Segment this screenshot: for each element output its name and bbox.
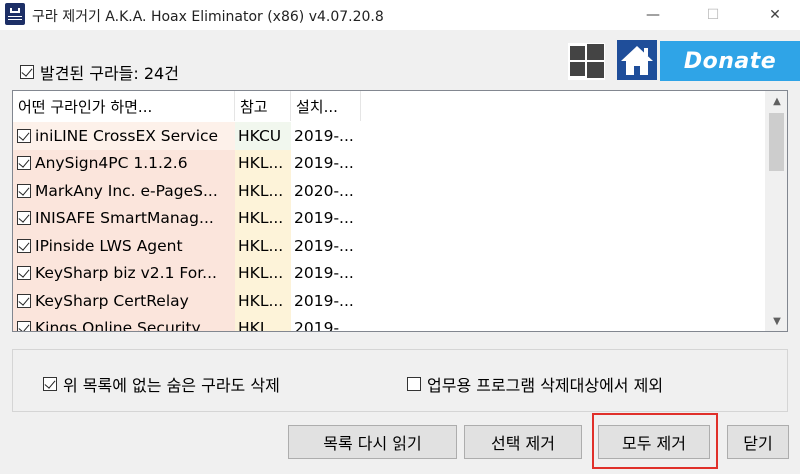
list-header: 어떤 구라인가 하면... 참고 설치... xyxy=(13,91,361,121)
row-name: MarkAny Inc. e-PageS... xyxy=(35,181,218,200)
row-ref: HKL... xyxy=(235,314,291,331)
app-icon xyxy=(5,3,25,25)
list-scrollbar[interactable]: ▲ ▼ xyxy=(765,91,787,331)
row-ref: HKL... xyxy=(235,204,291,232)
row-name: IPinside LWS Agent xyxy=(35,236,183,255)
row-name: AnySign4PC 1.1.2.6 xyxy=(35,154,188,173)
select-all-checkbox[interactable] xyxy=(20,65,34,79)
row-checkbox[interactable] xyxy=(17,238,31,253)
row-ref: HKL... xyxy=(235,259,291,287)
windows-logo-icon[interactable] xyxy=(568,43,605,80)
row-date: 2019-... xyxy=(291,204,361,232)
list-row[interactable]: iniLINE CrossEX Service HKCU 2019-... xyxy=(13,122,361,150)
row-checkbox[interactable] xyxy=(17,266,31,281)
maximize-button[interactable]: ☐ xyxy=(690,0,736,30)
list-rows: iniLINE CrossEX Service HKCU 2019-... An… xyxy=(13,122,361,332)
minimize-button[interactable]: — xyxy=(630,0,676,30)
row-checkbox[interactable] xyxy=(17,156,31,171)
delete-hidden-checkbox[interactable] xyxy=(43,377,57,391)
row-date: 2019-... xyxy=(291,149,361,177)
row-ref: HKL... xyxy=(235,177,291,205)
list-row[interactable]: KeySharp CertRelay HKL... 2019-... xyxy=(13,287,361,315)
column-header-ref[interactable]: 참고 xyxy=(235,91,291,121)
home-icon[interactable] xyxy=(617,40,657,80)
list-row[interactable]: Kings Online Security HKL... 2019-... xyxy=(13,314,361,332)
main-window: 구라 제거기 A.K.A. Hoax Eliminator (x86) v4.0… xyxy=(0,0,800,474)
scroll-up-icon[interactable]: ▲ xyxy=(766,91,787,111)
title-bar: 구라 제거기 A.K.A. Hoax Eliminator (x86) v4.0… xyxy=(0,0,800,30)
donate-button[interactable]: Donate xyxy=(660,41,800,81)
row-checkbox[interactable] xyxy=(17,211,31,226)
row-name: KeySharp biz v2.1 For... xyxy=(35,264,217,283)
row-checkbox[interactable] xyxy=(17,321,31,331)
found-count-row[interactable]: 발견된 구라들: 24건 xyxy=(20,60,179,84)
list-row[interactable]: INISAFE SmartManag... HKL... 2019-... xyxy=(13,204,361,232)
hoax-list[interactable]: 어떤 구라인가 하면... 참고 설치... iniLINE CrossEX S… xyxy=(12,90,788,332)
exclude-business-checkbox[interactable] xyxy=(407,377,421,391)
list-row[interactable]: AnySign4PC 1.1.2.6 HKL... 2019-... xyxy=(13,149,361,177)
row-date: 2020-... xyxy=(291,177,361,205)
delete-hidden-option[interactable]: 위 목록에 없는 숨은 구라도 삭제 xyxy=(43,372,280,396)
scroll-thumb[interactable] xyxy=(769,113,784,171)
row-date: 2019-... xyxy=(291,287,361,315)
options-group: 위 목록에 없는 숨은 구라도 삭제 업무용 프로그램 삭제대상에서 제외 xyxy=(12,349,788,412)
row-checkbox[interactable] xyxy=(17,128,31,143)
row-name: iniLINE CrossEX Service xyxy=(35,126,219,145)
exclude-business-option[interactable]: 업무용 프로그램 삭제대상에서 제외 xyxy=(407,372,663,396)
row-ref: HKL... xyxy=(235,232,291,260)
delete-hidden-label: 위 목록에 없는 숨은 구라도 삭제 xyxy=(63,376,280,395)
list-row[interactable]: KeySharp biz v2.1 For... HKL... 2019-... xyxy=(13,259,361,287)
column-header-date[interactable]: 설치... xyxy=(291,91,361,121)
row-name: KeySharp CertRelay xyxy=(35,291,189,310)
remove-selected-button[interactable]: 선택 제거 xyxy=(464,425,582,459)
row-checkbox[interactable] xyxy=(17,183,31,198)
column-header-name[interactable]: 어떤 구라인가 하면... xyxy=(13,91,235,121)
list-row[interactable]: MarkAny Inc. e-PageS... HKL... 2020-... xyxy=(13,177,361,205)
row-name: Kings Online Security xyxy=(35,319,201,332)
row-checkbox[interactable] xyxy=(17,293,31,308)
scroll-down-icon[interactable]: ▼ xyxy=(766,311,787,331)
row-date: 2019-... xyxy=(291,122,361,150)
row-date: 2019-... xyxy=(291,259,361,287)
row-name: INISAFE SmartManag... xyxy=(35,209,214,228)
exclude-business-label: 업무용 프로그램 삭제대상에서 제외 xyxy=(427,376,664,395)
row-ref: HKL... xyxy=(235,287,291,315)
row-ref: HKL... xyxy=(235,149,291,177)
reload-list-button[interactable]: 목록 다시 읽기 xyxy=(288,425,457,459)
row-date: 2019-... xyxy=(291,314,361,331)
list-row[interactable]: IPinside LWS Agent HKL... 2019-... xyxy=(13,232,361,260)
found-count-label: 발견된 구라들: 24건 xyxy=(40,64,179,83)
highlight-box xyxy=(592,413,718,469)
close-button[interactable]: 닫기 xyxy=(727,425,789,459)
window-title: 구라 제거기 A.K.A. Hoax Eliminator (x86) v4.0… xyxy=(32,9,384,25)
row-ref: HKCU xyxy=(235,122,291,150)
close-window-button[interactable]: ✕ xyxy=(752,0,798,30)
row-date: 2019-... xyxy=(291,232,361,260)
